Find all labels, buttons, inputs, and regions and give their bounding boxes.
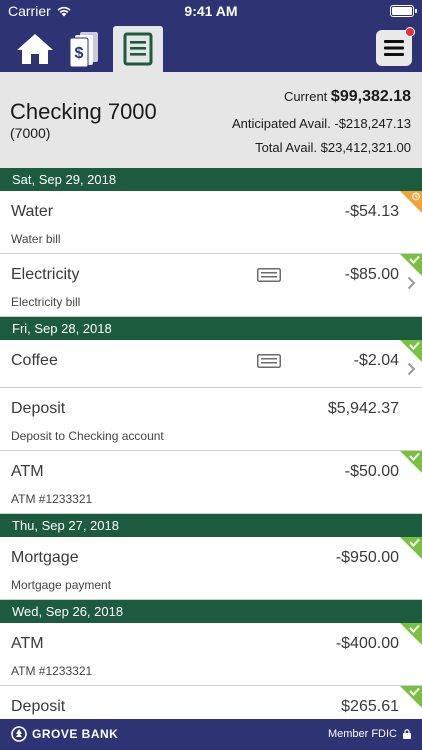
receipt-icon[interactable] xyxy=(257,268,281,282)
cleared-check-icon xyxy=(400,623,422,645)
cleared-check-icon xyxy=(400,254,422,276)
transaction-description: Water bill xyxy=(11,232,61,246)
transaction-row: ATM ATM #1233321 -$400.00 xyxy=(0,623,422,686)
transaction-description: ATM #1233321 xyxy=(11,664,93,678)
transaction-amount: -$54.13 xyxy=(344,203,399,220)
transaction-name: Deposit xyxy=(11,698,66,715)
transaction-name: Water xyxy=(11,203,54,220)
transaction-row[interactable]: Electricity Electricity bill -$85.00 xyxy=(0,254,422,317)
cleared-check-icon xyxy=(400,451,422,473)
transaction-list[interactable]: Sat, Sep 29, 2018 Water Water bill -$54.13 E… xyxy=(0,168,422,719)
money-icon: $ xyxy=(69,32,98,68)
app-footer: GROVE BANK Member FDIC xyxy=(0,719,422,750)
nav-home-tab[interactable] xyxy=(12,26,58,72)
current-balance-label: Current xyxy=(283,89,328,104)
transaction-row: Mortgage Mortgage payment -$950.00 xyxy=(0,537,422,600)
transaction-row[interactable]: Coffee -$2.04 xyxy=(0,340,422,388)
current-balance: Current $99,382.18 xyxy=(284,88,411,106)
account-summary: Checking 7000 (7000) Current $99,382.18 … xyxy=(0,72,422,168)
anticipated-balance-label: Anticipated Avail. xyxy=(231,116,331,131)
chevron-right-icon xyxy=(407,276,416,290)
pending-clock-icon xyxy=(400,191,422,213)
transaction-amount: -$2.04 xyxy=(353,352,399,369)
account-name: Checking 7000 xyxy=(10,99,157,124)
transaction-name: Electricity xyxy=(11,266,80,283)
date-header: Thu, Sep 27, 2018 xyxy=(0,514,422,537)
date-header: Sat, Sep 29, 2018 xyxy=(0,168,422,191)
cleared-check-icon xyxy=(400,340,422,362)
transaction-amount: $5,942.37 xyxy=(327,400,399,417)
nav-transfers-tab[interactable]: $ xyxy=(62,26,108,72)
transaction-name: Mortgage xyxy=(11,549,79,566)
date-header: Wed, Sep 26, 2018 xyxy=(0,600,422,623)
cleared-check-icon xyxy=(400,686,422,708)
transaction-amount: -$400.00 xyxy=(335,635,399,652)
svg-text:$: $ xyxy=(75,45,84,62)
anticipated-balance-value: -$218,247.13 xyxy=(334,116,411,131)
bank-name: GROVE BANK xyxy=(32,727,119,741)
transaction-name: Coffee xyxy=(11,352,58,369)
transaction-description: ATM #1233321 xyxy=(11,492,93,506)
battery-icon xyxy=(390,5,417,17)
date-header: Fri, Sep 28, 2018 xyxy=(0,317,422,340)
menu-icon xyxy=(384,40,404,56)
home-icon xyxy=(17,34,53,64)
transaction-row: Deposit $265.61 xyxy=(0,686,422,719)
clock: 9:41 AM xyxy=(184,3,238,19)
status-bar: Carrier 9:41 AM xyxy=(0,0,422,22)
anticipated-balance: Anticipated Avail. -$218,247.13 xyxy=(232,116,411,131)
transaction-description: Deposit to Checking account xyxy=(11,429,164,443)
nav-transactions-tab[interactable] xyxy=(113,26,163,72)
transaction-amount: -$50.00 xyxy=(344,463,399,480)
ledger-icon xyxy=(123,32,153,66)
transaction-name: Deposit xyxy=(11,400,66,417)
transaction-description: Electricity bill xyxy=(11,295,81,309)
transaction-row: ATM ATM #1233321 -$50.00 xyxy=(0,451,422,514)
transaction-row: Water Water bill -$54.13 xyxy=(0,191,422,254)
total-balance-value: $23,412,321.00 xyxy=(320,140,411,155)
total-balance: Total Avail. $23,412,321.00 xyxy=(255,140,411,155)
cleared-check-icon xyxy=(400,537,422,559)
transaction-name: ATM xyxy=(11,635,44,652)
bank-brand: GROVE BANK xyxy=(11,726,118,742)
fdic-label: Member FDIC xyxy=(327,728,397,740)
lock-icon xyxy=(403,729,411,739)
transaction-amount: $265.61 xyxy=(341,698,399,715)
chevron-right-icon xyxy=(407,362,416,376)
app-header: Carrier 9:41 AM $ xyxy=(0,0,422,72)
bank-logo-icon xyxy=(11,726,27,742)
fdic-notice: Member FDIC xyxy=(328,728,411,740)
current-balance-value: $99,382.18 xyxy=(330,88,411,105)
receipt-icon[interactable] xyxy=(257,354,281,368)
menu-button[interactable] xyxy=(376,27,415,66)
account-number: (7000) xyxy=(10,125,51,141)
transaction-row: Deposit Deposit to Checking account $5,942… xyxy=(0,388,422,451)
transaction-amount: -$950.00 xyxy=(335,549,399,566)
notification-badge xyxy=(405,27,415,37)
total-balance-label: Total Avail. xyxy=(255,140,317,155)
transaction-name: ATM xyxy=(11,463,44,480)
transaction-amount: -$85.00 xyxy=(344,266,399,283)
transaction-description: Mortgage payment xyxy=(11,578,112,592)
